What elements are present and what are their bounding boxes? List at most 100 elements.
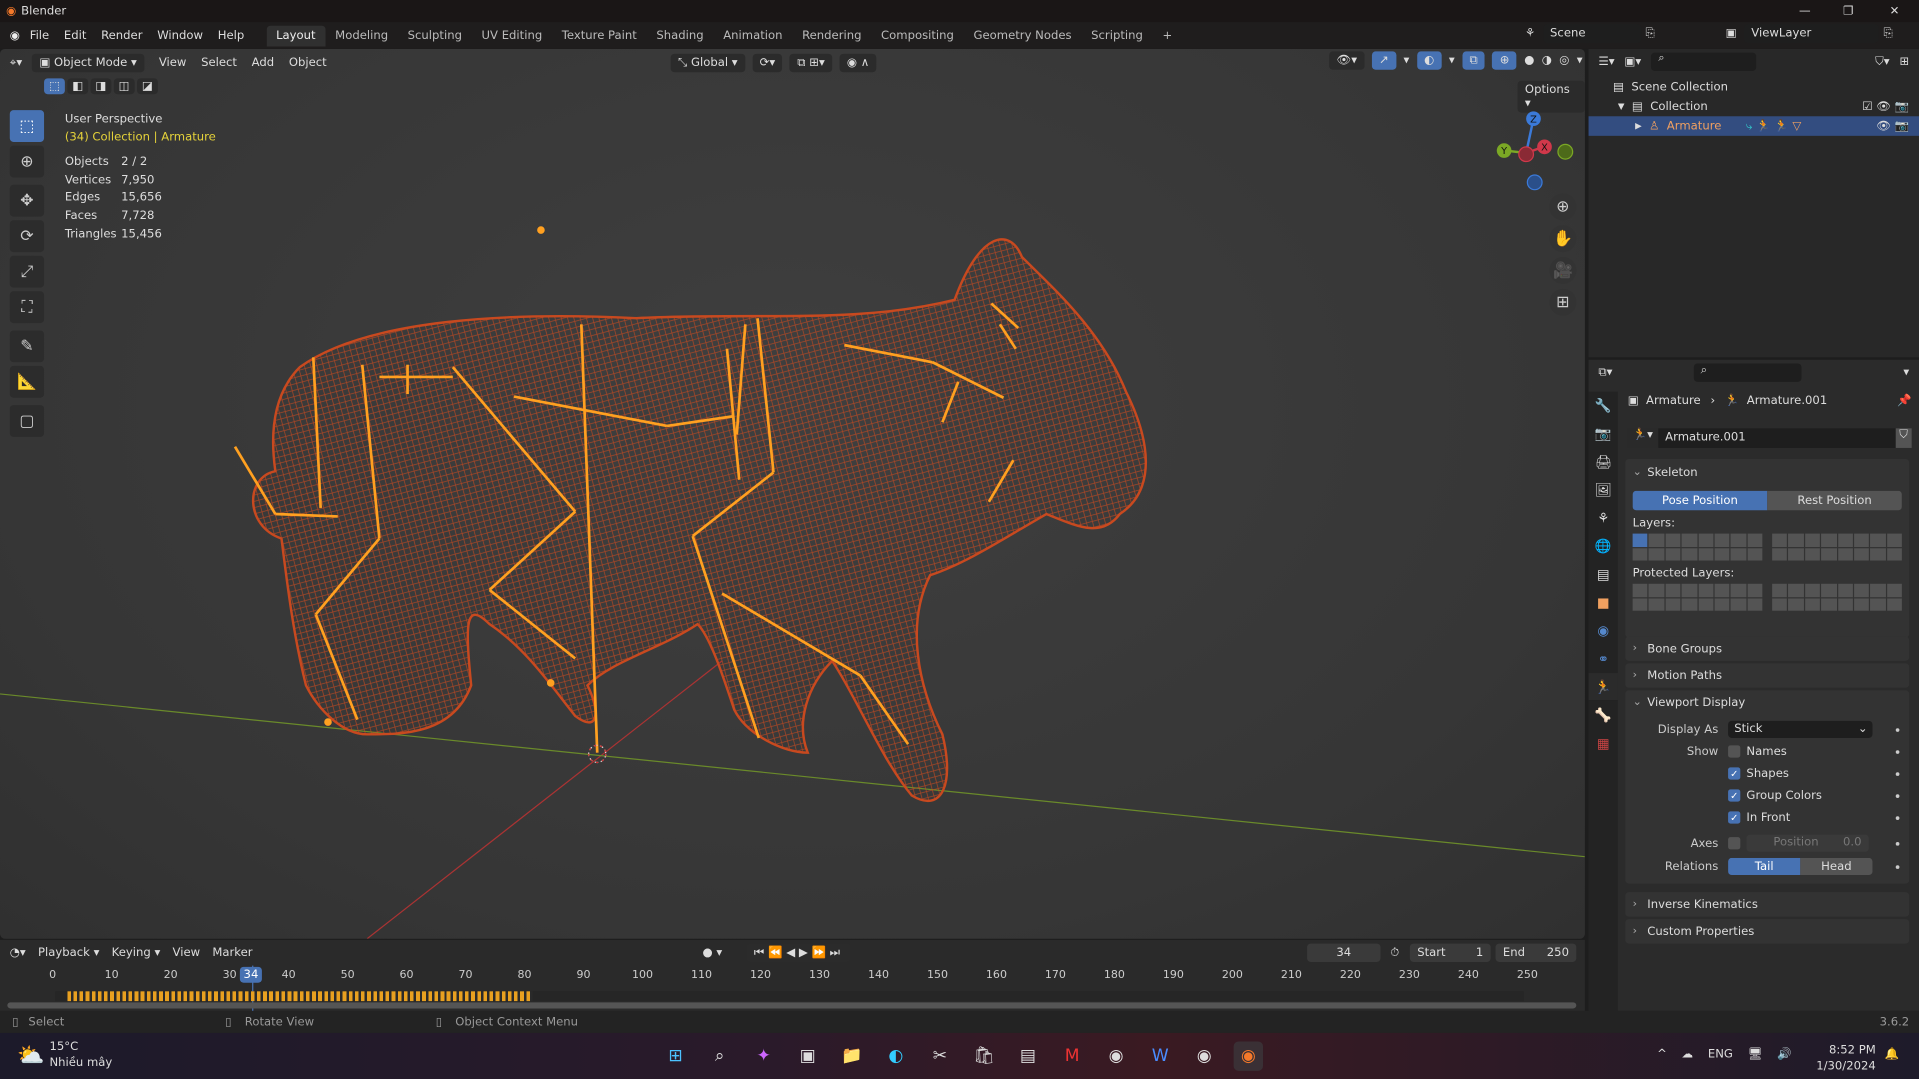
- select-subtract-button[interactable]: ◨: [90, 78, 112, 95]
- mcafee-icon[interactable]: M: [1057, 1041, 1086, 1070]
- measure-tool[interactable]: 📐: [9, 365, 45, 398]
- app-icon[interactable]: ▤: [1013, 1041, 1042, 1070]
- rest-position-button[interactable]: Rest Position: [1767, 490, 1902, 511]
- rotate-tool[interactable]: ⟳: [9, 220, 45, 253]
- expand-arrow-icon[interactable]: ▶: [1635, 121, 1642, 131]
- select-new-button[interactable]: ⬚: [44, 78, 65, 95]
- end-frame-field[interactable]: End 250: [1495, 942, 1577, 962]
- 3d-viewport[interactable]: ⌖▾ ▣ Object Mode ▾ View Select Add Objec…: [0, 48, 1585, 939]
- outliner-armature[interactable]: ▶ ♙ Armature ⤷ 🏃 🏃 ▽ 👁 📷: [1588, 116, 1919, 136]
- menu-timeline-view[interactable]: View: [173, 945, 201, 958]
- search-icon[interactable]: ⌕: [705, 1041, 734, 1070]
- filter-icon[interactable]: ⛉▾: [1875, 54, 1890, 67]
- select-extend-button[interactable]: ◧: [67, 78, 89, 95]
- bone-tab-icon[interactable]: 🦴: [1589, 701, 1618, 728]
- select-box-tool[interactable]: ⬚: [9, 110, 45, 142]
- shading-solid-button[interactable]: ●: [1524, 54, 1534, 67]
- bone-groups-panel[interactable]: › Bone Groups: [1625, 636, 1910, 661]
- weather-widget[interactable]: ⛅ 15°C Nhiều mây: [17, 1039, 112, 1071]
- world-tab-icon[interactable]: 🌐: [1589, 532, 1618, 559]
- scene-tab-icon[interactable]: ⚘: [1589, 504, 1618, 531]
- transform-tool[interactable]: ⛶: [9, 291, 45, 324]
- prev-keyframe-icon[interactable]: ⏪: [768, 945, 786, 958]
- select-intersect-button[interactable]: ◪: [136, 78, 158, 95]
- move-tool[interactable]: ✥: [9, 184, 45, 217]
- xray-toggle[interactable]: ⧉: [1462, 51, 1486, 70]
- outliner-collection[interactable]: ▼ ▤ Collection ☑ 👁 📷: [1589, 97, 1919, 117]
- axes-position-field[interactable]: Position 0.0: [1746, 834, 1869, 852]
- play-icon[interactable]: ▶: [799, 945, 812, 958]
- shading-wireframe-button[interactable]: ⊕: [1492, 51, 1517, 70]
- microsoft-store-icon[interactable]: 🛍: [969, 1041, 998, 1070]
- tab-modeling[interactable]: Modeling: [325, 25, 397, 46]
- task-view-icon[interactable]: ▣: [793, 1041, 822, 1070]
- collection-visibility-controls[interactable]: ☑ 👁 📷: [1862, 100, 1909, 113]
- armature-data-selector[interactable]: 🏃▾ Armature.001 ⛉: [1627, 428, 1912, 448]
- menu-file[interactable]: File: [30, 29, 49, 42]
- pin-icon[interactable]: 📌: [1897, 394, 1911, 407]
- view-layer-selector[interactable]: ▣ ViewLayer ⎘: [1726, 24, 1893, 43]
- menu-add[interactable]: Add: [252, 56, 275, 69]
- tool-tab-icon[interactable]: 🔧: [1589, 392, 1618, 419]
- tab-texture-paint[interactable]: Texture Paint: [552, 25, 647, 46]
- minimize-button[interactable]: —: [1799, 4, 1811, 17]
- pivot-point-button[interactable]: ⟳▾: [752, 53, 783, 72]
- blender-menu-icon[interactable]: ◉: [10, 29, 20, 42]
- expand-arrow-icon[interactable]: ▼: [1618, 102, 1625, 112]
- new-collection-icon[interactable]: ⊞: [1899, 54, 1909, 67]
- mode-selector[interactable]: ▣ Object Mode ▾: [31, 53, 145, 72]
- close-button[interactable]: ✕: [1890, 4, 1900, 17]
- chrome-icon[interactable]: ◉: [1101, 1041, 1130, 1070]
- play-reverse-icon[interactable]: ◀: [786, 945, 799, 958]
- protected-layer-buttons-left[interactable]: [1632, 583, 1763, 611]
- shapes-checkbox[interactable]: ✓: [1728, 767, 1741, 780]
- display-mode-icon[interactable]: ▣▾: [1624, 54, 1641, 67]
- orientation-selector[interactable]: ⤡ Global ▾: [670, 53, 745, 72]
- add-workspace-button[interactable]: +: [1153, 25, 1182, 46]
- network-icon[interactable]: 🖥: [1748, 1048, 1763, 1061]
- clock[interactable]: 8:52 PM 1/30/2024: [1816, 1043, 1876, 1075]
- armature-browse-icon[interactable]: 🏃▾: [1627, 428, 1658, 448]
- inverse-kinematics-panel[interactable]: › Inverse Kinematics: [1625, 892, 1910, 917]
- layer-buttons-right[interactable]: [1772, 533, 1902, 561]
- gizmo-toggle[interactable]: ↗: [1371, 51, 1397, 70]
- volume-icon[interactable]: 🔊: [1777, 1048, 1791, 1061]
- add-cube-tool[interactable]: ▢: [9, 405, 45, 437]
- menu-object[interactable]: Object: [289, 56, 327, 69]
- perspective-toggle-icon[interactable]: ⊞: [1549, 288, 1577, 316]
- language-indicator[interactable]: ENG: [1708, 1048, 1733, 1061]
- axes-checkbox[interactable]: [1728, 837, 1741, 850]
- select-invert-button[interactable]: ◫: [113, 78, 135, 95]
- scene-name[interactable]: Scene: [1542, 24, 1641, 43]
- cursor-tool[interactable]: ⊕: [9, 145, 45, 178]
- word-icon[interactable]: W: [1146, 1041, 1175, 1070]
- animate-dot[interactable]: [1895, 749, 1900, 754]
- tab-animation[interactable]: Animation: [713, 25, 792, 46]
- constraints-tab-icon[interactable]: ⚭: [1589, 645, 1618, 672]
- playhead-frame[interactable]: 34: [239, 966, 263, 983]
- fake-user-shield-icon[interactable]: ⛉: [1895, 428, 1912, 448]
- annotate-tool[interactable]: ✎: [9, 330, 45, 363]
- copilot-icon[interactable]: ✦: [749, 1041, 778, 1070]
- notification-bell-icon[interactable]: 🔔: [1885, 1048, 1899, 1061]
- shading-material-button[interactable]: ◑: [1542, 54, 1552, 67]
- blender-taskbar-icon[interactable]: ◉: [1233, 1041, 1264, 1071]
- texture-tab-icon[interactable]: ▦: [1589, 729, 1618, 756]
- tab-sculpting[interactable]: Sculpting: [398, 25, 472, 46]
- menu-select[interactable]: Select: [201, 56, 237, 69]
- maximize-button[interactable]: ❐: [1843, 4, 1853, 17]
- properties-options-dropdown[interactable]: ▾: [1903, 365, 1909, 378]
- preview-range-icon[interactable]: ⏱: [1390, 945, 1399, 958]
- protected-layer-buttons-right[interactable]: [1772, 583, 1902, 611]
- onedrive-icon[interactable]: ☁: [1682, 1048, 1694, 1061]
- armature-data-name-field[interactable]: Armature.001: [1657, 428, 1896, 448]
- in-front-checkbox[interactable]: ✓: [1728, 811, 1741, 824]
- menu-window[interactable]: Window: [157, 29, 203, 42]
- motion-paths-panel[interactable]: › Motion Paths: [1625, 663, 1910, 688]
- outliner-search-input[interactable]: ⌕: [1651, 52, 1757, 71]
- object-tab-icon[interactable]: ■: [1589, 589, 1618, 616]
- file-explorer-icon[interactable]: 📁: [837, 1041, 866, 1070]
- overlay-dropdown[interactable]: ▾: [1449, 54, 1455, 67]
- timeline-editor-type-icon[interactable]: ◔▾: [10, 945, 26, 958]
- view-layer-tab-icon[interactable]: 🖼: [1589, 476, 1618, 503]
